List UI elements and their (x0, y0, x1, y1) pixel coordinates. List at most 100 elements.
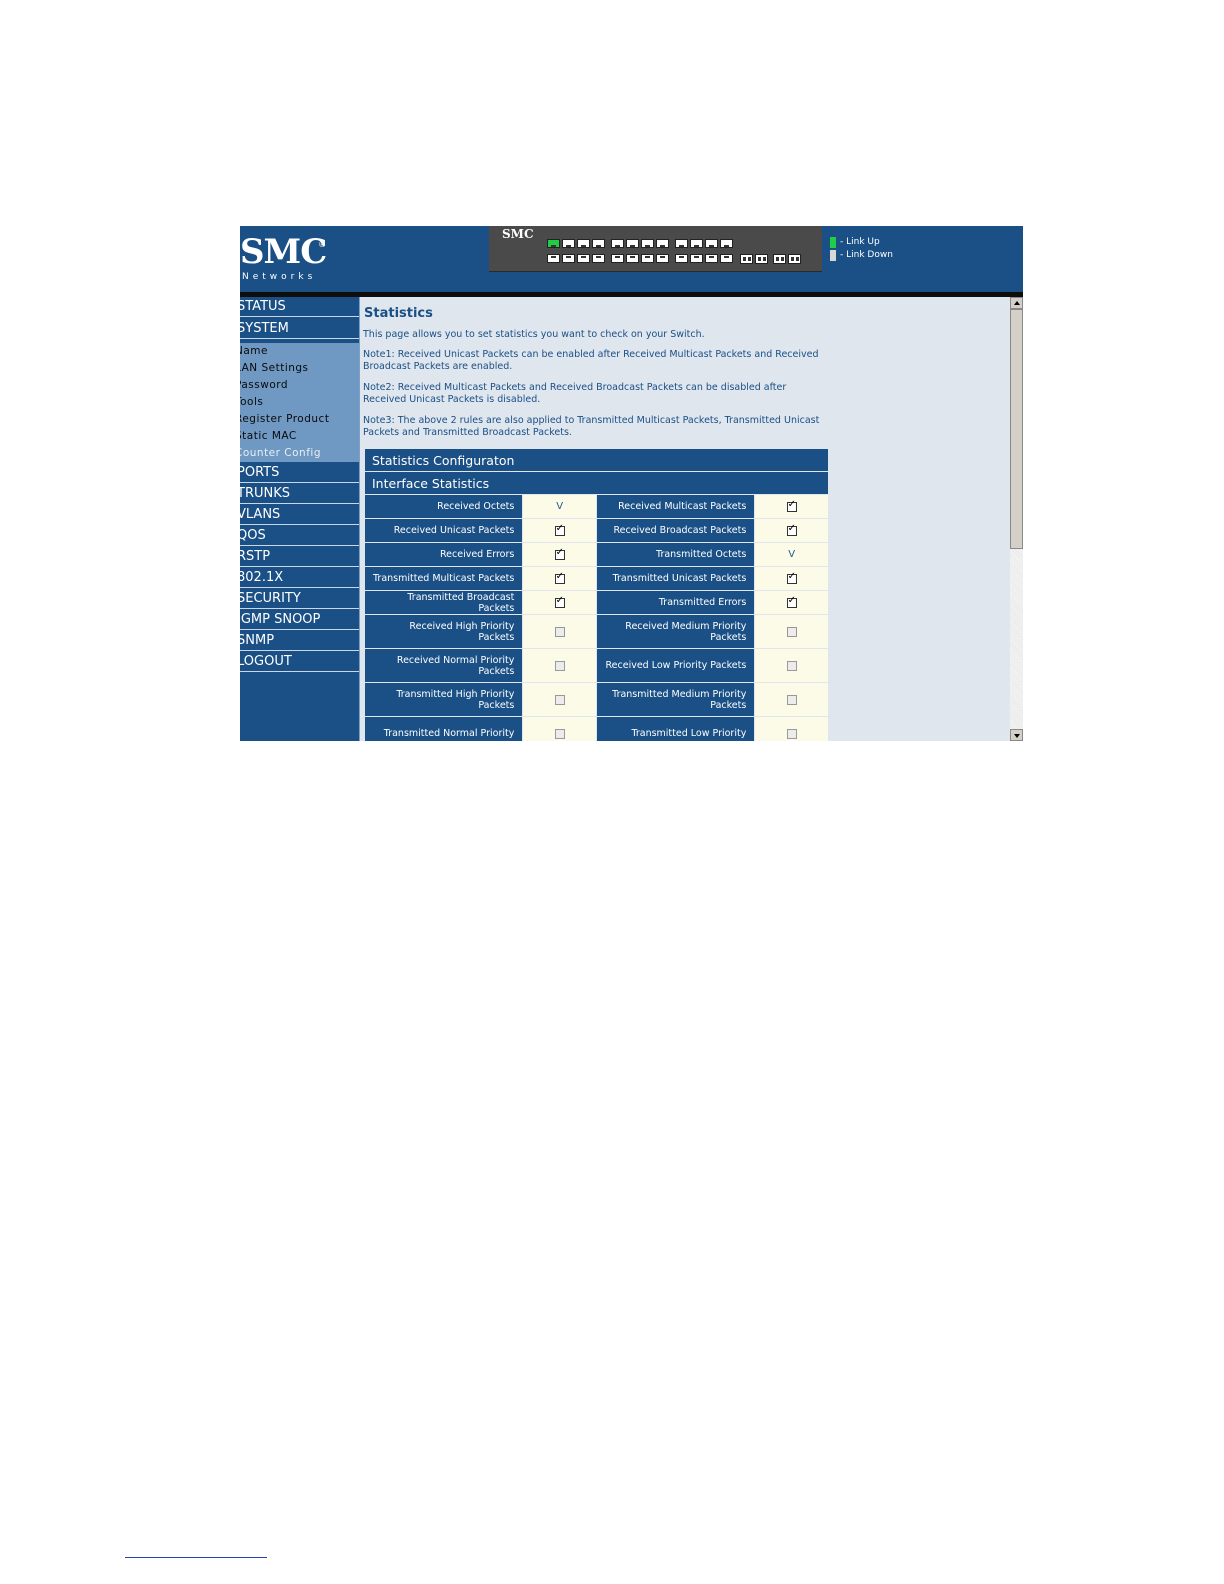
switch-port-icon (690, 239, 703, 248)
stat-value-cell (755, 519, 828, 542)
vertical-scrollbar[interactable] (1010, 297, 1023, 741)
sidebar-item-label: VLANS (240, 507, 281, 522)
stat-checkbox[interactable] (786, 523, 797, 536)
switch-port-icon (705, 239, 718, 248)
submenu-item-password[interactable]: Password (240, 377, 359, 394)
sidebar-item-igmp-snoop[interactable]: IGMP SNOOP (240, 610, 359, 630)
stat-label: Transmitted Errors (596, 591, 755, 614)
stat-checkbox[interactable] (554, 547, 565, 560)
stat-label: Received High Priority Packets (365, 615, 523, 648)
switch-port-icon (547, 254, 560, 263)
submenu-item-tools[interactable]: Tools (240, 394, 359, 411)
stat-label: Received Normal Priority Packets (365, 649, 523, 682)
sidebar-item-trunks[interactable]: TRUNKS (240, 484, 359, 504)
sidebar-item-label: PORTS (240, 465, 280, 480)
stat-checkbox (786, 694, 797, 705)
stat-value-cell (755, 567, 828, 590)
scroll-thumb[interactable] (1010, 309, 1023, 549)
sidebar-item-system[interactable]: SYSTEM (240, 319, 359, 339)
submenu-item-label: Counter Config (240, 447, 321, 459)
sidebar-item-vlans[interactable]: VLANS (240, 505, 359, 525)
sidebar-item-8021x[interactable]: 802.1X (240, 568, 359, 588)
stat-value-cell (523, 567, 596, 590)
sidebar-item-label: SYSTEM (240, 321, 289, 336)
table-row: Received Octets V Received Multicast Packe… (365, 495, 828, 518)
stat-value-cell (523, 543, 596, 566)
sidebar-item-label: SECURITY (240, 591, 301, 606)
legend-link-up: - Link Up (830, 236, 893, 249)
stat-label: Received Broadcast Packets (596, 519, 755, 542)
stat-value-cell (755, 591, 828, 614)
note-3: Note3: The above 2 rules are also applie… (363, 415, 820, 438)
note-2: Note2: Received Multicast Packets and Re… (363, 382, 787, 405)
sidebar-item-logout[interactable]: LOGOUT (240, 652, 359, 672)
stat-checkbox[interactable] (554, 595, 565, 608)
sidebar-item-label: RSTP (240, 549, 271, 564)
switch-port-icon (577, 239, 590, 248)
stat-value-cell (523, 683, 596, 716)
sidebar-item-security[interactable]: SECURITY (240, 589, 359, 609)
logo-subtitle: Networks (242, 272, 317, 282)
table-row: Transmitted High Priority Packets Transmi… (365, 683, 828, 716)
submenu-item-lan-settings[interactable]: LAN Settings (240, 360, 359, 377)
scroll-down-button[interactable] (1010, 729, 1023, 741)
stat-value-cell (523, 591, 596, 614)
scroll-up-button[interactable] (1010, 297, 1023, 309)
switch-port-icon (675, 254, 688, 263)
stat-value-cell: V (755, 543, 828, 566)
table-row: Received High Priority Packets Received M… (365, 615, 828, 648)
stat-checkbox[interactable] (554, 523, 565, 536)
sidebar-item-label: SNMP (240, 633, 275, 648)
stat-checkbox (786, 728, 797, 739)
switch-port-icon (562, 239, 575, 248)
section-title: Interface Statistics (365, 472, 828, 494)
stat-label: Transmitted Medium Priority Packets (596, 683, 755, 716)
sidebar-item-rstp[interactable]: RSTP (240, 547, 359, 567)
main-content: Statistics This page allows you to set s… (360, 297, 1010, 741)
stat-value-cell (523, 615, 596, 648)
stat-label: Transmitted High Priority Packets (365, 683, 523, 716)
submenu-item-static-mac[interactable]: Static MAC (240, 428, 359, 445)
stat-checkbox[interactable] (786, 499, 797, 512)
sidebar-item-label: TRUNKS (240, 486, 290, 501)
submenu-item-name[interactable]: Name (240, 343, 359, 360)
stat-checkbox (554, 626, 565, 637)
table-row: Transmitted Broadcast Packets Transmitted… (365, 591, 828, 614)
stat-value-cell (523, 649, 596, 682)
submenu-item-register-product[interactable]: Register Product (240, 411, 359, 428)
sidebar-item-label: LOGOUT (240, 654, 292, 669)
switch-port-icon (626, 239, 639, 248)
stat-value-cell (523, 519, 596, 542)
switch-port-icon (720, 239, 733, 248)
stat-label: Transmitted Multicast Packets (365, 567, 523, 590)
switch-port-icon (656, 254, 669, 263)
stat-checkbox (554, 694, 565, 705)
stat-checkbox[interactable] (786, 595, 797, 608)
switch-port-icon (577, 254, 590, 263)
table-row: Received Normal Priority Packets Received… (365, 649, 828, 682)
link-down-swatch (830, 250, 836, 261)
sfp-port-icon (740, 254, 753, 264)
sidebar-item-snmp[interactable]: SNMP (240, 631, 359, 651)
switch-port-icon (547, 239, 560, 248)
link-legend: - Link Up - Link Down (830, 236, 893, 262)
table-row: Transmitted Normal Priority Transmitted L… (365, 717, 828, 741)
submenu-item-counter-config[interactable]: Counter Config (240, 445, 359, 462)
stat-checkbox (786, 626, 797, 637)
stat-value-cell (755, 495, 828, 518)
stat-value-cell (755, 615, 828, 648)
link-up-swatch (830, 237, 836, 248)
switch-port-icon (562, 254, 575, 263)
switch-port-icon (611, 239, 624, 248)
switch-port-icon (592, 254, 605, 263)
statistics-config-table: Statistics Configuraton Interface Statis… (364, 448, 829, 741)
stat-label: Transmitted Octets (596, 543, 755, 566)
sidebar-item-qos[interactable]: QOS (240, 526, 359, 546)
stat-checkbox[interactable] (554, 571, 565, 584)
stat-label: Transmitted Normal Priority (365, 717, 523, 741)
sfp-port-icon (788, 254, 801, 264)
sidebar-item-status[interactable]: STATUS (240, 297, 359, 317)
sidebar-item-ports[interactable]: PORTS (240, 463, 359, 483)
header-bar: SMC ® Networks SMC - Link Up - Link Down (240, 226, 1023, 292)
stat-checkbox[interactable] (786, 571, 797, 584)
